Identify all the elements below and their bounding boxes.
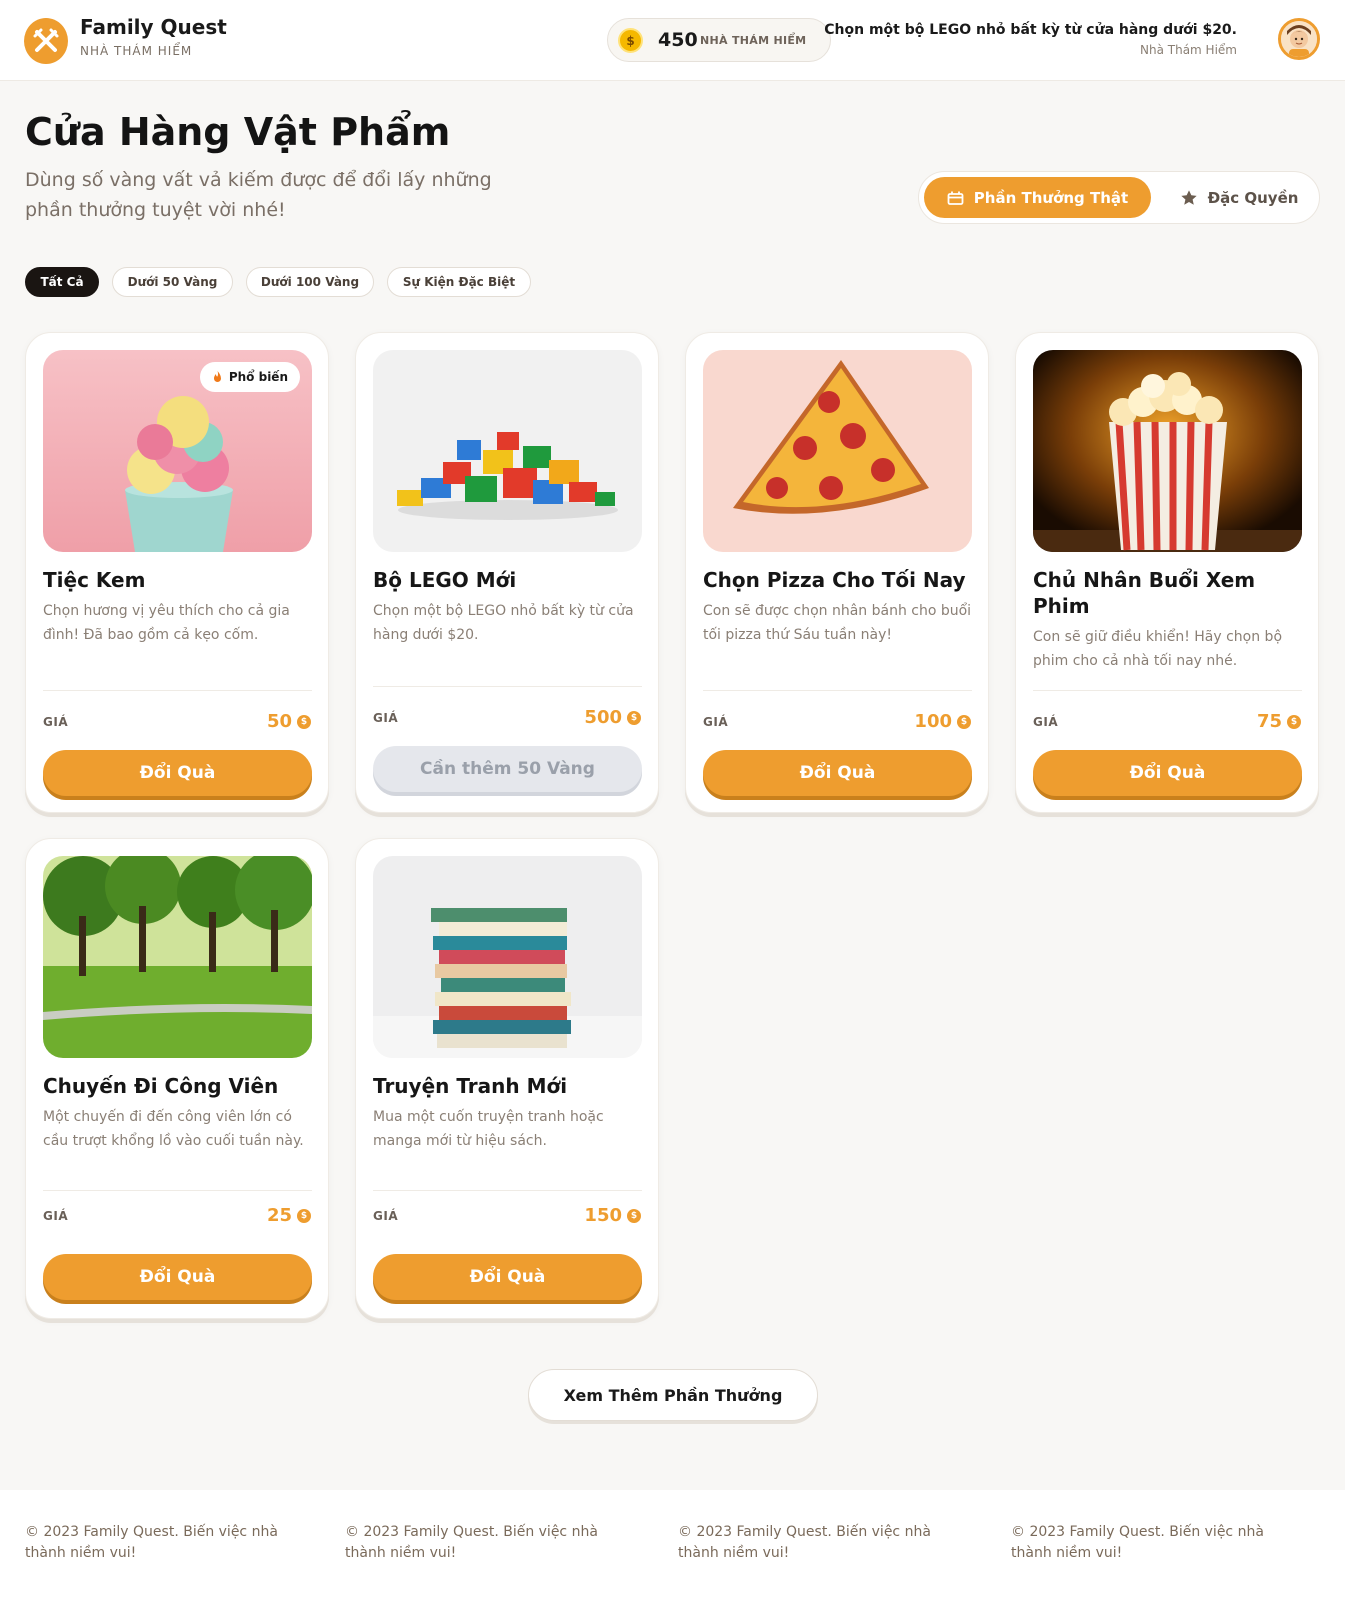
app-logo-icon[interactable]: [24, 18, 68, 64]
app-name: Family Quest: [80, 15, 227, 39]
reward-description: Con sẽ được chọn nhân bánh cho buổi tối …: [703, 603, 972, 643]
redeem-button[interactable]: Đổi Quà: [373, 1254, 642, 1300]
footer-text: © 2023 Family Quest. Biến việc nhà thành…: [678, 1524, 931, 1561]
reward-description: Chọn một bộ LEGO nhỏ bất kỳ từ cửa hàng …: [373, 603, 634, 643]
price-label: GIÁ: [43, 1209, 69, 1223]
redeem-button[interactable]: Đổi Quà: [1033, 750, 1302, 796]
park-image: [43, 856, 312, 1058]
coin-icon: $: [1287, 714, 1301, 729]
footer-text: © 2023 Family Quest. Biến việc nhà thành…: [1011, 1524, 1264, 1561]
reward-price: 150 $: [584, 1205, 641, 1226]
reward-card: Phổ biến Tiệc Kem Chọn hương vị yêu thíc…: [25, 332, 329, 813]
book-stack-image: [373, 856, 642, 1058]
reward-price: 50 $: [267, 711, 311, 732]
reward-title: Truyện Tranh Mới: [373, 1074, 568, 1098]
tab-real-rewards[interactable]: Phần Thưởng Thật: [924, 177, 1151, 218]
redeem-button[interactable]: Đổi Quà: [43, 1254, 312, 1300]
reward-title: Chuyến Đi Công Viên: [43, 1074, 279, 1098]
divider: [373, 1190, 642, 1191]
app-subtitle: NHÀ THÁM HIỂM: [80, 44, 193, 58]
reward-card: Truyện Tranh Mới Mua một cuốn truyện tra…: [355, 838, 659, 1319]
avatar[interactable]: [1278, 18, 1320, 60]
reward-title: Chọn Pizza Cho Tối Nay: [703, 568, 966, 592]
coin-icon: $: [297, 714, 311, 729]
price-label: GIÁ: [703, 715, 729, 729]
reward-title: Chủ Nhân Buổi Xem Phim: [1033, 568, 1256, 618]
user-role: Nhà Thám Hiểm: [1140, 43, 1237, 57]
reward-type-toggle: Phần Thưởng Thật Đặc Quyền: [918, 171, 1320, 224]
footer-text: © 2023 Family Quest. Biến việc nhà thành…: [345, 1524, 598, 1561]
divider: [43, 1190, 312, 1191]
reward-description: Chọn hương vị yêu thích cho cả gia đình!…: [43, 603, 290, 643]
filter-all[interactable]: Tất Cả: [25, 267, 99, 297]
fire-icon: [213, 370, 221, 382]
coin-icon: $: [627, 1208, 641, 1223]
redeem-button[interactable]: Đổi Quà: [703, 750, 972, 796]
reward-description: Con sẽ giữ điều khiển! Hãy chọn bộ phim …: [1033, 629, 1283, 669]
tab-privileges[interactable]: Đặc Quyền: [1169, 177, 1309, 218]
lego-bricks-image: [373, 350, 642, 552]
filter-special-events[interactable]: Sự Kiện Đặc Biệt: [387, 267, 531, 297]
top-header: Family Quest NHÀ THÁM HIỂM $ 450 NHÀ THÁ…: [0, 0, 1345, 81]
price-label: GIÁ: [43, 715, 69, 729]
reward-card: Chủ Nhân Buổi Xem Phim Con sẽ giữ điều k…: [1015, 332, 1319, 813]
pizza-image: [703, 350, 972, 552]
divider: [43, 690, 312, 691]
reward-price: 500 $: [584, 707, 641, 728]
coin-icon: $: [297, 1208, 311, 1223]
reward-title: Bộ LEGO Mới: [373, 568, 517, 592]
need-more-gold-button[interactable]: Cần thêm 50 Vàng: [373, 746, 642, 792]
reward-description: Mua một cuốn truyện tranh hoặc manga mới…: [373, 1109, 604, 1149]
reward-price: 100 $: [914, 711, 971, 732]
coin-icon: $: [618, 28, 643, 53]
star-icon: [1180, 189, 1197, 205]
divider: [703, 690, 972, 691]
coin-icon: $: [627, 710, 641, 725]
popular-badge: Phổ biến: [199, 362, 300, 392]
tab-privileges-label: Đặc Quyền: [1207, 188, 1299, 207]
price-label: GIÁ: [373, 1209, 399, 1223]
coin-balance: $ 450 NHÀ THÁM HIỂM: [607, 18, 831, 62]
page-title: Cửa Hàng Vật Phẩm: [25, 110, 451, 154]
coin-amount: 450: [658, 29, 698, 51]
tab-real-rewards-label: Phần Thưởng Thật: [973, 188, 1129, 207]
filter-under-100[interactable]: Dưới 100 Vàng: [246, 267, 374, 297]
coin-unit: NHÀ THÁM HIỂM: [700, 34, 807, 47]
page-description: Dùng số vàng vất vả kiếm được để đổi lấy…: [25, 169, 492, 221]
price-label: GIÁ: [1033, 715, 1059, 729]
reward-price: 25 $: [267, 1205, 311, 1226]
reward-card: Bộ LEGO Mới Chọn một bộ LEGO nhỏ bất kỳ …: [355, 332, 659, 813]
ice-cream-image: Phổ biến: [43, 350, 312, 552]
price-label: GIÁ: [373, 711, 399, 725]
reward-card: Chuyến Đi Công Viên Một chuyến đi đến cô…: [25, 838, 329, 1319]
redeem-button[interactable]: Đổi Quà: [43, 750, 312, 796]
divider: [1033, 690, 1302, 691]
divider: [373, 686, 642, 687]
footer-text: © 2023 Family Quest. Biến việc nhà thành…: [25, 1524, 278, 1561]
footer: © 2023 Family Quest. Biến việc nhà thành…: [0, 1490, 1345, 1600]
reward-description: Một chuyến đi đến công viên lớn có cầu t…: [43, 1109, 304, 1149]
coin-icon: $: [957, 714, 971, 729]
popcorn-image: [1033, 350, 1302, 552]
header-message: Chọn một bộ LEGO nhỏ bất kỳ từ cửa hàng …: [824, 22, 1237, 38]
gift-icon: [947, 191, 964, 205]
filter-under-50[interactable]: Dưới 50 Vàng: [112, 267, 233, 297]
reward-price: 75 $: [1257, 711, 1301, 732]
view-more-rewards-button[interactable]: Xem Thêm Phần Thưởng: [528, 1369, 818, 1421]
reward-card: Chọn Pizza Cho Tối Nay Con sẽ được chọn …: [685, 332, 989, 813]
reward-title: Tiệc Kem: [43, 568, 146, 592]
